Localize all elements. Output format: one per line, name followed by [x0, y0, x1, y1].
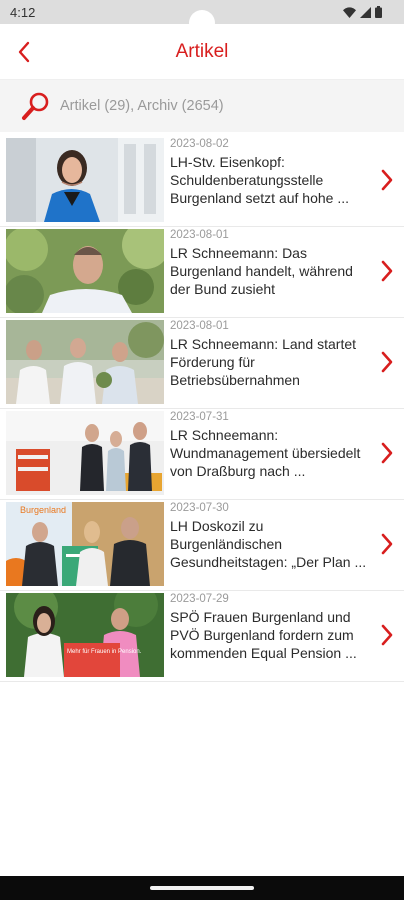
- article-date: 2023-07-31: [170, 411, 229, 423]
- wifi-icon: [343, 6, 356, 18]
- status-bar: 4:12: [0, 0, 404, 36]
- article-thumbnail: [6, 229, 164, 313]
- article-title: LR Schneemann: Wundmanagement übersiedel…: [170, 427, 361, 479]
- article-thumbnail: [6, 320, 164, 404]
- chevron-right-icon[interactable]: [378, 350, 396, 374]
- article-item[interactable]: 2023-08-01 LR Schneemann: Das Burgenland…: [0, 227, 404, 318]
- article-thumbnail: Mehr für Frauen in Pension.: [6, 593, 164, 677]
- article-list: 2023-08-02 LH-Stv. Eisenkopf: Schuldenbe…: [0, 136, 404, 682]
- article-title: SPÖ Frauen Burgenland und PVÖ Burgenland…: [170, 609, 357, 661]
- chevron-right-icon[interactable]: [378, 259, 396, 283]
- article-thumbnail: [6, 411, 164, 495]
- battery-icon: [375, 6, 382, 18]
- system-navigation-bar: [0, 876, 404, 900]
- chevron-right-icon[interactable]: [378, 623, 396, 647]
- app-bar: Artikel: [0, 24, 404, 80]
- thumbnail-sign-text: Mehr für Frauen in Pension.: [67, 649, 142, 655]
- article-date: 2023-08-01: [170, 229, 229, 241]
- chevron-right-icon[interactable]: [378, 441, 396, 465]
- article-title: LR Schneemann: Das Burgenland handelt, w…: [170, 245, 353, 297]
- article-date: 2023-07-30: [170, 502, 229, 514]
- signal-icon: [360, 6, 371, 18]
- search-bar[interactable]: Artikel (29), Archiv (2654): [0, 80, 404, 132]
- article-thumbnail: Burgenland: [6, 502, 164, 586]
- article-date: 2023-08-01: [170, 320, 229, 332]
- article-item[interactable]: 2023-08-02 LH-Stv. Eisenkopf: Schuldenbe…: [0, 136, 404, 227]
- article-item[interactable]: Burgenland 2023-07-30 LH Doskozil zu Bur…: [0, 500, 404, 591]
- article-item[interactable]: 2023-07-31 LR Schneemann: Wundmanagement…: [0, 409, 404, 500]
- chevron-right-icon[interactable]: [378, 168, 396, 192]
- status-icons: [343, 6, 382, 18]
- chevron-right-icon[interactable]: [378, 532, 396, 556]
- article-item[interactable]: Mehr für Frauen in Pension. 2023-07-29 S…: [0, 591, 404, 682]
- article-title: LR Schneemann: Land startet Förderung fü…: [170, 336, 357, 388]
- thumbnail-banner-text: Burgenland: [20, 505, 66, 515]
- article-thumbnail: [6, 138, 164, 222]
- search-result-counts: Artikel (29), Archiv (2654): [60, 98, 224, 114]
- article-title: LH Doskozil zu Burgenländischen Gesundhe…: [170, 518, 367, 570]
- article-title: LH-Stv. Eisenkopf: Schuldenberatungsstel…: [170, 154, 350, 206]
- page-title: Artikel: [175, 41, 229, 62]
- article-item[interactable]: 2023-08-01 LR Schneemann: Land startet F…: [0, 318, 404, 409]
- status-time: 4:12: [10, 5, 36, 20]
- article-date: 2023-07-29: [170, 593, 229, 605]
- home-gesture-handle[interactable]: [150, 886, 254, 890]
- article-date: 2023-08-02: [170, 138, 229, 150]
- magnifier-icon[interactable]: [20, 90, 52, 122]
